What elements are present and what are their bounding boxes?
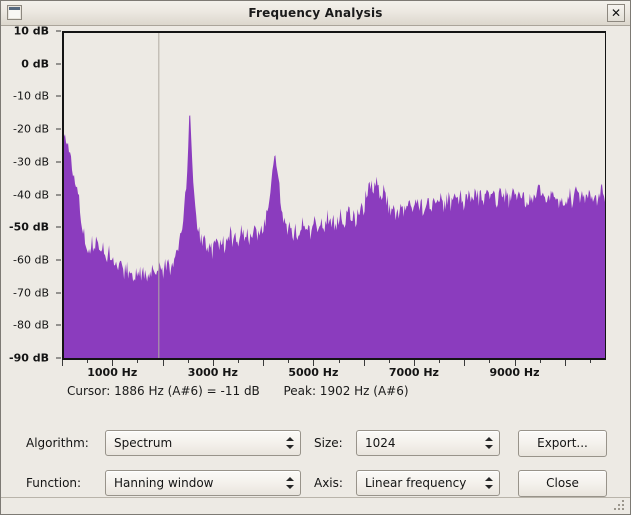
chevron-updown-icon [485,476,494,490]
y-axis-tick-label: 10 dB [1,25,49,38]
x-axis-tick-label: 3000 Hz [188,366,238,379]
x-axis-tick-minor [540,360,541,363]
x-axis-tick-label: 5000 Hz [288,366,338,379]
status-bar [1,497,630,514]
x-axis-tick-minor [590,360,591,363]
x-axis-tick-minor [238,360,239,363]
chevron-updown-icon [286,476,295,490]
controls-row-2: Function: Hanning window Axis: Linear fr… [1,470,631,496]
x-axis-tick-minor [137,360,138,363]
x-axis-tick-label: 7000 Hz [389,366,439,379]
x-axis-tick-label: 1000 Hz [87,366,137,379]
y-axis-tick-mark [56,194,61,195]
y-axis-tick-label: -60 dB [1,253,49,266]
status-line: Cursor: 1886 Hz (A#6) = -11 dB Peak: 190… [67,384,409,398]
size-label: Size: [314,436,343,450]
function-label: Function: [26,476,81,490]
y-axis-tick-label: -40 dB [1,188,49,201]
peak-readout: Peak: 1902 Hz (A#6) [283,384,408,398]
export-button[interactable]: Export... [518,430,607,457]
size-value: 1024 [365,436,396,450]
chevron-updown-icon [485,436,494,450]
y-axis-tick-mark [56,358,61,359]
function-select[interactable]: Hanning window [105,470,301,496]
chevron-updown-icon [286,436,295,450]
y-axis-tick-mark [56,63,61,64]
close-icon[interactable]: ✕ [607,4,625,22]
spectrum-area [64,115,606,360]
spectrum-graph: 10 dB 0 dB -10 dB -20 dB -30 dB -40 dB -50 dB -… [1,26,631,374]
y-axis-tick-mark [56,129,61,130]
cursor-readout: Cursor: 1886 Hz (A#6) = -11 dB [67,384,260,398]
resize-grip[interactable] [614,500,626,511]
frequency-analysis-window: Frequency Analysis ✕ 10 dB 0 dB -10 dB -20 … [0,0,631,515]
x-axis-tick-minor [489,360,490,363]
y-axis-tick-mark [56,325,61,326]
y-axis-labels: 10 dB 0 dB -10 dB -20 dB -30 dB -40 dB -50 dB -… [1,26,49,374]
y-axis-tick-mark [56,161,61,162]
x-axis-labels: 1000 Hz 3000 Hz 5000 Hz 7000 Hz 9000 Hz [62,366,606,382]
y-axis-tick-label: -20 dB [1,123,49,136]
client-area: 10 dB 0 dB -10 dB -20 dB -30 dB -40 dB -50 dB -… [1,26,630,514]
y-axis-tick-label: -70 dB [1,286,49,299]
y-axis-tick-mark [56,31,61,32]
y-axis-tick-mark [56,259,61,260]
size-select[interactable]: 1024 [356,430,500,456]
y-axis-tick-label: -90 dB [1,352,49,365]
controls-row-1: Algorithm: Spectrum Size: 1024 Export... [1,430,631,456]
y-axis-tick-label: -30 dB [1,155,49,168]
close-button[interactable]: Close [518,470,607,497]
x-axis-tick-label: 9000 Hz [489,366,539,379]
y-axis-tick-label: -80 dB [1,319,49,332]
spectrum-plot [64,33,606,360]
function-value: Hanning window [114,476,214,490]
title-bar: Frequency Analysis ✕ [1,1,630,26]
y-axis-tick-label: -50 dB [1,221,49,234]
axis-label: Axis: [314,476,343,490]
x-axis-tick-minor [439,360,440,363]
y-axis-tick-mark [56,96,61,97]
y-axis-tick-mark [56,227,61,228]
y-axis-tick-mark [56,292,61,293]
axis-value: Linear frequency [365,476,466,490]
algorithm-select[interactable]: Spectrum [105,430,301,456]
x-axis-tick-minor [87,360,88,363]
algorithm-label: Algorithm: [26,436,89,450]
y-axis-tick-label: -10 dB [1,90,49,103]
x-axis-tick-minor [188,360,189,363]
y-axis-tick-label: 0 dB [1,57,49,70]
window-icon [7,5,22,20]
x-axis-tick-minor [288,360,289,363]
algorithm-value: Spectrum [114,436,172,450]
controls-panel: Algorithm: Spectrum Size: 1024 Export...… [1,422,631,508]
x-axis-tick-minor [389,360,390,363]
plot-area[interactable] [62,31,606,360]
x-axis-tick-minor [339,360,340,363]
window-title: Frequency Analysis [1,1,630,25]
axis-select[interactable]: Linear frequency [356,470,500,496]
